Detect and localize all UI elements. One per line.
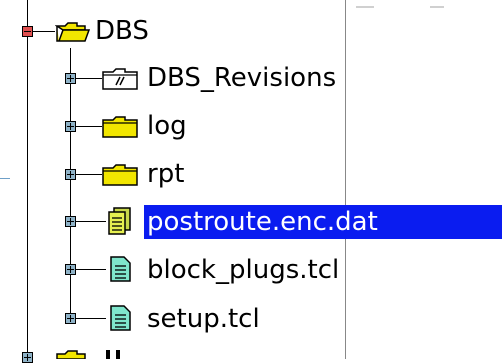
expand-toggle[interactable] xyxy=(22,352,33,363)
expand-toggle[interactable] xyxy=(65,73,76,84)
collapse-toggle[interactable] xyxy=(22,26,33,37)
expand-toggle[interactable] xyxy=(65,313,76,324)
tree-line xyxy=(76,318,106,319)
folder-link-icon xyxy=(102,68,138,90)
tree-line xyxy=(76,221,106,222)
expand-toggle[interactable] xyxy=(65,264,76,275)
expand-toggle[interactable] xyxy=(65,121,76,132)
top-edge-mark xyxy=(356,6,374,8)
tree-line xyxy=(70,48,71,320)
tree-node-label[interactable]: block_plugs.tcl xyxy=(144,253,342,287)
tree-node-label[interactable]: log xyxy=(144,109,190,143)
tree-line xyxy=(76,78,102,79)
folder-icon xyxy=(102,164,138,186)
tree-line xyxy=(33,31,55,32)
tree-node-label[interactable]: DBS_Revisions xyxy=(144,61,339,95)
tree-line xyxy=(0,178,10,179)
tree-line xyxy=(76,269,106,270)
tree-node-label[interactable]: DBS xyxy=(92,14,152,48)
tree-line xyxy=(76,126,102,127)
partial-row-glyph xyxy=(100,348,130,359)
expand-toggle[interactable] xyxy=(65,216,76,227)
tree-line xyxy=(76,174,102,175)
script-file-icon xyxy=(110,305,131,331)
tree-node-label[interactable]: postroute.enc.dat xyxy=(144,205,502,239)
top-edge-mark xyxy=(430,6,444,8)
tree-line xyxy=(345,0,346,359)
tree-line xyxy=(27,0,28,359)
data-file-icon xyxy=(108,207,131,235)
file-tree: DBS DBS_Revisions log rpt postroute.enc.… xyxy=(0,0,502,363)
tree-node-label[interactable]: setup.tcl xyxy=(144,302,263,336)
folder-icon xyxy=(102,116,138,138)
expand-toggle[interactable] xyxy=(65,169,76,180)
tree-node-label[interactable]: rpt xyxy=(144,157,187,191)
script-file-icon xyxy=(110,256,131,282)
folder-open-icon xyxy=(55,22,91,42)
folder-icon xyxy=(56,350,86,359)
